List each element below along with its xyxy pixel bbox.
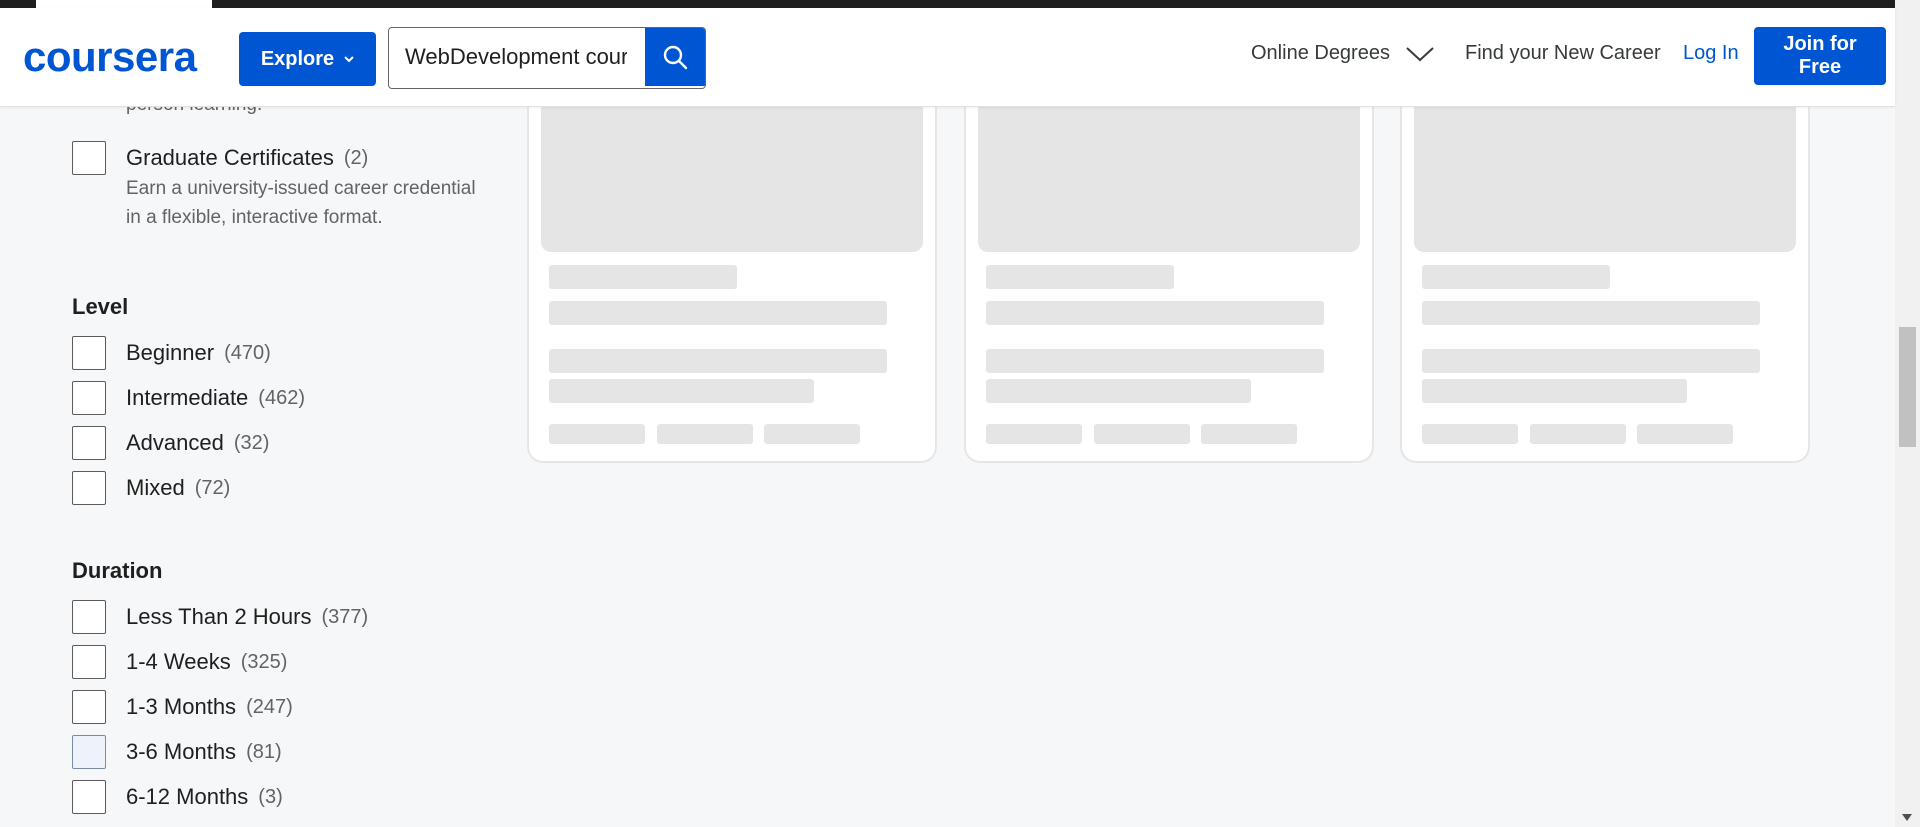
duration-section-title: Duration	[72, 558, 163, 583]
skeleton-line	[549, 301, 887, 325]
svg-text:coursera: coursera	[23, 34, 198, 80]
skeleton-chip	[1637, 424, 1733, 444]
site-header: coursera Explore Online Degrees Find you…	[0, 8, 1895, 107]
skeleton-line	[986, 379, 1251, 403]
checkbox[interactable]	[72, 471, 106, 505]
filter-label: 1-4 Weeks	[126, 649, 231, 674]
filter-graduate-certificates[interactable]: Graduate Certificates (2)	[72, 141, 368, 175]
filter-count: (377)	[321, 605, 369, 628]
filter-level-beginner[interactable]: Beginner (470)	[72, 336, 271, 370]
scrollbar-thumb[interactable]	[1899, 327, 1916, 447]
filter-label: Graduate Certificates	[126, 145, 334, 170]
skeleton-chip	[1530, 424, 1626, 444]
filter-duration-6-12-months[interactable]: 6-12 Months (3)	[72, 780, 283, 814]
filter-label: Less Than 2 Hours	[126, 604, 312, 629]
filter-count: (72)	[194, 476, 231, 499]
checkbox[interactable]	[72, 141, 106, 175]
filter-count: (3)	[258, 785, 283, 808]
coursera-logo[interactable]: coursera	[23, 34, 219, 82]
coursera-logo-wordmark: coursera	[23, 34, 198, 80]
browser-top-strip	[0, 0, 1895, 8]
checkbox[interactable]	[72, 381, 106, 415]
skeleton-line	[1422, 265, 1610, 289]
skeleton-chip	[1422, 424, 1518, 444]
filter-duration-less-than-2-hours[interactable]: Less Than 2 Hours (377)	[72, 600, 368, 634]
filter-count: (470)	[224, 341, 271, 364]
skeleton-line	[1422, 349, 1760, 373]
filter-level-intermediate[interactable]: Intermediate (462)	[72, 381, 305, 415]
active-tab-indicator	[36, 0, 212, 8]
filter-count: (32)	[233, 431, 270, 454]
filter-label: Beginner	[126, 340, 215, 365]
filter-count: (247)	[246, 695, 293, 718]
join-for-free-button[interactable]: Join for Free	[1754, 27, 1886, 85]
filter-description: Earn a university-issued career credenti…	[126, 174, 506, 232]
level-section-title: Level	[72, 294, 129, 319]
checkbox[interactable]	[72, 735, 106, 769]
skeleton-line	[549, 265, 737, 289]
skeleton-chip	[549, 424, 645, 444]
skeleton-line	[986, 265, 1174, 289]
explore-label: Explore	[260, 47, 335, 70]
filter-label: 3-6 Months	[126, 739, 237, 764]
filter-count: (81)	[246, 740, 282, 763]
filter-label: 1-3 Months	[126, 694, 237, 719]
page-scrollbar[interactable]	[1895, 0, 1920, 827]
search-icon	[663, 45, 688, 70]
filter-duration-1-3-months[interactable]: 1-3 Months (247)	[72, 690, 293, 724]
course-card-skeleton	[527, 90, 937, 463]
skeleton-chip	[986, 424, 1082, 444]
skeleton-line	[549, 349, 887, 373]
filter-count: (2)	[343, 146, 369, 169]
skeleton-chip	[1094, 424, 1190, 444]
filter-level-mixed[interactable]: Mixed (72)	[72, 471, 230, 505]
skeleton-chip	[1201, 424, 1297, 444]
skeleton-line	[986, 349, 1324, 373]
filter-description-line: Earn a university-issued career credenti…	[126, 178, 476, 199]
find-career-link[interactable]: Find your New Career	[1465, 42, 1661, 65]
search-bar	[388, 27, 706, 89]
chevron-down-icon	[344, 56, 354, 63]
filter-label: Advanced	[126, 430, 224, 455]
filter-count: (325)	[240, 650, 288, 673]
scroll-down-arrow-icon[interactable]	[1902, 814, 1912, 821]
course-card-skeleton	[964, 90, 1374, 463]
skeleton-image	[978, 90, 1360, 252]
checkbox[interactable]	[72, 426, 106, 460]
online-degrees-menu[interactable]: Online Degrees	[1251, 42, 1434, 65]
checkbox[interactable]	[72, 780, 106, 814]
login-link[interactable]: Log In	[1683, 42, 1739, 65]
skeleton-line	[1422, 379, 1687, 403]
checkbox[interactable]	[72, 336, 106, 370]
filter-count: (462)	[258, 386, 305, 409]
search-button[interactable]	[645, 28, 705, 86]
checkbox[interactable]	[72, 690, 106, 724]
skeleton-chip	[657, 424, 753, 444]
skeleton-chip	[764, 424, 860, 444]
checkbox[interactable]	[72, 600, 106, 634]
course-card-skeleton	[1400, 90, 1810, 463]
filter-label: Mixed	[126, 475, 185, 500]
skeleton-image	[1414, 90, 1796, 252]
skeleton-line	[1422, 301, 1760, 325]
explore-button[interactable]: Explore	[239, 32, 376, 86]
skeleton-line	[549, 379, 814, 403]
chevron-down-icon	[1406, 46, 1434, 61]
skeleton-line	[986, 301, 1324, 325]
filter-duration-1-4-weeks[interactable]: 1-4 Weeks (325)	[72, 645, 287, 679]
filter-level-advanced[interactable]: Advanced (32)	[72, 426, 269, 460]
online-degrees-label: Online Degrees	[1251, 42, 1390, 64]
filter-duration-3-6-months[interactable]: 3-6 Months (81)	[72, 735, 282, 769]
search-input[interactable]	[389, 28, 643, 86]
filter-description-line: in a flexible, interactive format.	[126, 207, 383, 228]
skeleton-image	[541, 90, 923, 252]
filter-label: Intermediate	[126, 385, 249, 410]
checkbox[interactable]	[72, 645, 106, 679]
filter-label: 6-12 Months	[126, 784, 249, 809]
